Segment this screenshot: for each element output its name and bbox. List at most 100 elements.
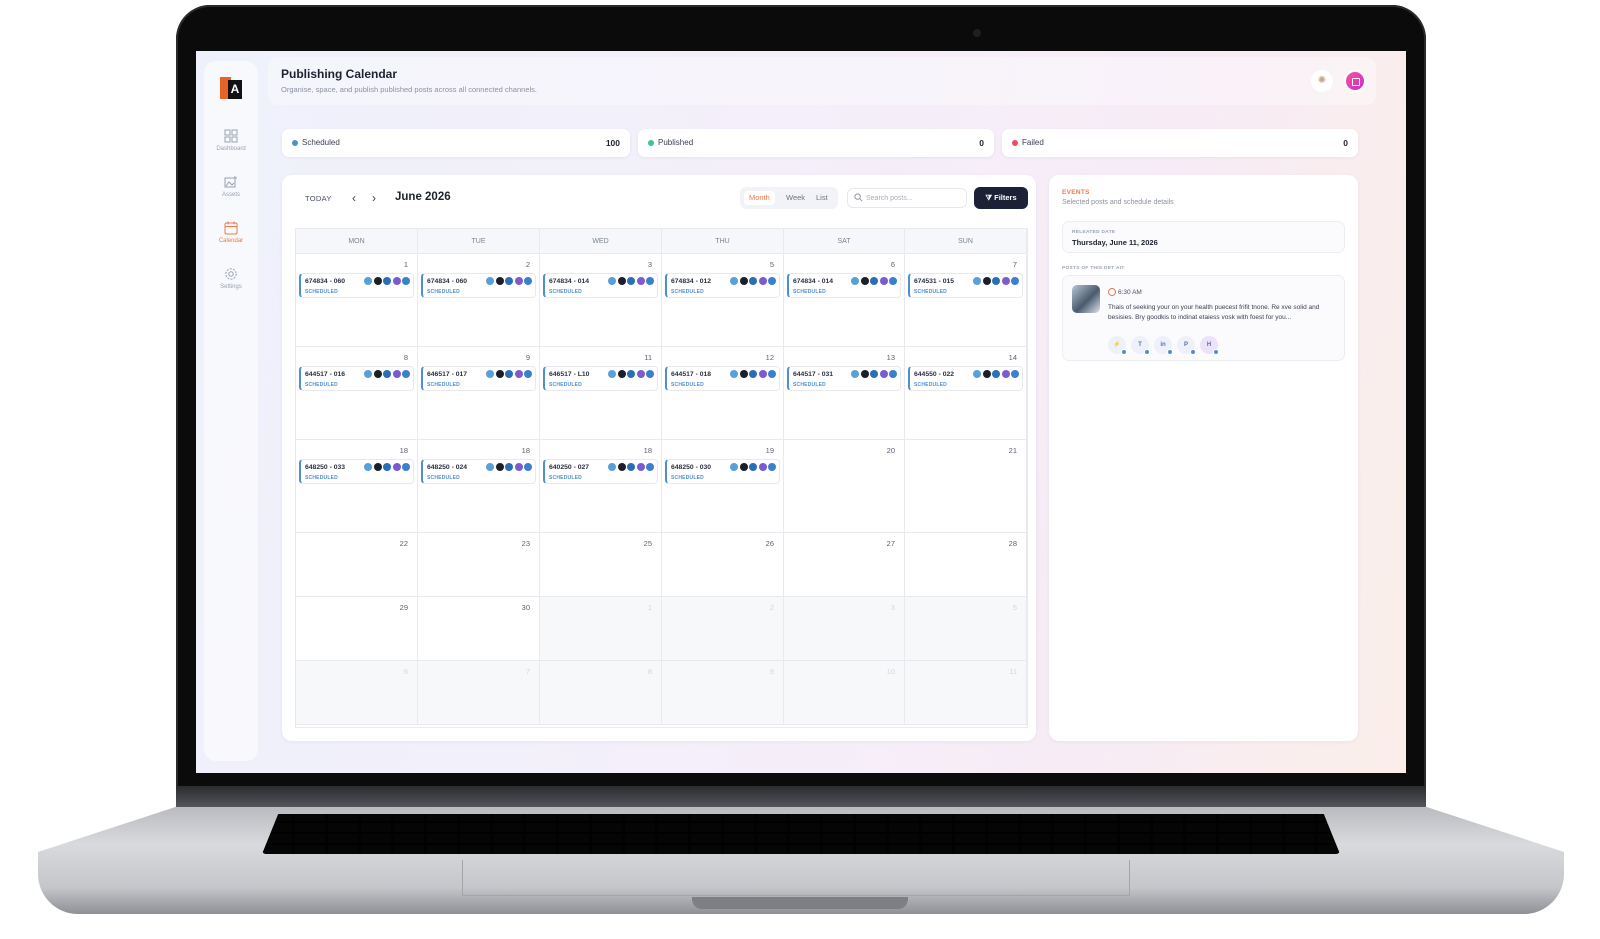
channel-icon <box>730 277 738 285</box>
calendar-day-cell[interactable]: 3 <box>784 597 905 661</box>
calendar-day-cell[interactable]: 9 646517 - 017 SCHEDULED <box>418 347 540 440</box>
channel-linkedin-icon[interactable]: in <box>1154 336 1173 355</box>
day-number: 12 <box>765 353 774 362</box>
search-input[interactable] <box>866 191 964 205</box>
calendar-day-cell[interactable]: 7 674531 - 015 SCHEDULED <box>905 254 1027 347</box>
calendar-day-cell[interactable]: 19 648250 - 030 SCHEDULED <box>662 440 784 533</box>
channel-icon <box>608 370 616 378</box>
scheduled-post-chip[interactable]: 648250 - 024 SCHEDULED <box>421 459 536 484</box>
calendar-day-cell[interactable]: 2 674834 - 060 SCHEDULED <box>418 254 540 347</box>
calendar-day-cell[interactable]: 3 674834 - 014 SCHEDULED <box>540 254 662 347</box>
today-button[interactable]: TODAY <box>305 194 332 203</box>
calendar-day-cell[interactable]: 18 648250 - 024 SCHEDULED <box>418 440 540 533</box>
calendar-day-cell[interactable]: 8 644517 - 016 SCHEDULED <box>296 347 418 440</box>
calendar-day-cell[interactable]: 5 674834 - 012 SCHEDULED <box>662 254 784 347</box>
post-code: 648250 - 024 <box>427 464 468 471</box>
filters-button[interactable]: ⧩ Filters <box>974 187 1028 209</box>
calendar-day-cell[interactable]: 23 <box>418 533 540 597</box>
scheduled-post-chip[interactable]: 644517 - 018 SCHEDULED <box>665 366 780 391</box>
calendar-day-cell[interactable]: 25 <box>540 533 662 597</box>
sidebar-item-calendar[interactable]: Calendar <box>204 221 258 244</box>
channel-icon <box>636 277 645 285</box>
view-week-tab[interactable]: Week <box>781 191 810 205</box>
calendar-day-cell[interactable]: 30 <box>418 597 540 661</box>
next-month-button[interactable]: › <box>372 191 376 205</box>
app-logo[interactable]: A <box>220 77 242 99</box>
post-status: SCHEDULED <box>914 382 947 388</box>
channel-icon <box>505 277 513 285</box>
scheduled-post-chip[interactable]: 644550 - 022 SCHEDULED <box>908 366 1023 391</box>
channel-icon <box>627 277 635 285</box>
view-month-tab[interactable]: Month <box>744 191 775 205</box>
screen: A Dashboard Assets Calendar Settings Pub… <box>196 51 1406 773</box>
calendar-day-cell[interactable]: 6 674834 - 014 SCHEDULED <box>784 254 905 347</box>
calendar-day-cell[interactable]: 11 646517 - L10 SCHEDULED <box>540 347 662 440</box>
calendar-day-cell[interactable]: 13 644517 - 031 SCHEDULED <box>784 347 905 440</box>
scheduled-post-chip[interactable]: 674834 - 060 SCHEDULED <box>299 273 414 298</box>
day-number: 11 <box>1009 667 1017 676</box>
channel-icons <box>364 277 410 285</box>
channel-icon <box>992 370 1000 378</box>
weekday-header: SUN <box>905 229 1027 254</box>
scheduled-post-chip[interactable]: 648250 - 033 SCHEDULED <box>299 459 414 484</box>
calendar-day-cell[interactable]: 12 644517 - 018 SCHEDULED <box>662 347 784 440</box>
calendar-day-cell[interactable]: 14 644550 - 022 SCHEDULED <box>905 347 1027 440</box>
channel-threads-icon[interactable]: ⚡ <box>1108 336 1127 355</box>
sidebar-item-dashboard[interactable]: Dashboard <box>204 129 258 152</box>
sun-icon: ✺ <box>1317 75 1327 86</box>
calendar-day-cell[interactable]: 21 <box>905 440 1027 533</box>
channel-h-icon[interactable]: H <box>1200 336 1219 355</box>
calendar-day-cell[interactable]: 11 <box>905 661 1027 725</box>
calendar-day-cell[interactable]: 9 <box>662 661 784 725</box>
channel-twitter-icon[interactable]: T <box>1131 336 1150 355</box>
scheduled-post-chip[interactable]: 646517 - 017 SCHEDULED <box>421 366 536 391</box>
scheduled-post-chip[interactable]: 648250 - 030 SCHEDULED <box>665 459 780 484</box>
calendar-day-cell[interactable]: 5 <box>905 597 1027 661</box>
calendar-day-cell[interactable]: 18 640250 - 027 SCHEDULED <box>540 440 662 533</box>
scheduled-post-chip[interactable]: 674531 - 015 SCHEDULED <box>908 273 1023 298</box>
scheduled-post-chip[interactable]: 644517 - 016 SCHEDULED <box>299 366 414 391</box>
scheduled-post-chip[interactable]: 640250 - 027 SCHEDULED <box>543 459 658 484</box>
prev-month-button[interactable]: ‹ <box>352 191 356 205</box>
channel-pinterest-icon[interactable]: P <box>1177 336 1196 355</box>
stat-label: Failed <box>1022 138 1044 147</box>
calendar-day-cell[interactable]: 22 <box>296 533 418 597</box>
view-list-tab[interactable]: List <box>811 191 833 205</box>
calendar-day-cell[interactable]: 1 674834 - 060 SCHEDULED <box>296 254 418 347</box>
sidebar-item-label: Settings <box>220 284 242 290</box>
channel-icon <box>1001 370 1010 378</box>
filters-label: Filters <box>994 193 1017 202</box>
post-card[interactable]: 6:30 AM Thais of seeking your on your he… <box>1062 275 1345 361</box>
calendar-day-cell[interactable]: 20 <box>784 440 905 533</box>
calendar-grid: MON TUE WED THU SAT SUN 1 674834 - 060 SCHEDULED… <box>295 228 1028 728</box>
channel-icon <box>870 277 878 285</box>
calendar-day-cell[interactable]: 18 648250 - 033 SCHEDULED <box>296 440 418 533</box>
post-code: 674834 - 060 <box>427 278 468 285</box>
calendar-day-cell[interactable]: 7 <box>418 661 540 725</box>
sidebar-item-assets[interactable]: Assets <box>204 175 258 198</box>
channel-icon <box>851 370 859 378</box>
grid-icon <box>224 129 238 143</box>
calendar-day-cell[interactable]: 1 <box>540 597 662 661</box>
scheduled-post-chip[interactable]: 674834 - 014 SCHEDULED <box>787 273 901 298</box>
calendar-day-cell[interactable]: 6 <box>296 661 418 725</box>
calendar-day-cell[interactable]: 8 <box>540 661 662 725</box>
avatar[interactable] <box>1344 70 1366 92</box>
calendar-day-cell[interactable]: 2 <box>662 597 784 661</box>
scheduled-post-chip[interactable]: 674834 - 012 SCHEDULED <box>665 273 780 298</box>
calendar-day-cell[interactable]: 27 <box>784 533 905 597</box>
calendar-day-cell[interactable]: 10 <box>784 661 905 725</box>
post-status: SCHEDULED <box>305 475 338 481</box>
scheduled-post-chip[interactable]: 674834 - 014 SCHEDULED <box>543 273 658 298</box>
day-number: 3 <box>647 260 652 269</box>
calendar-day-cell[interactable]: 26 <box>662 533 784 597</box>
sidebar-item-settings[interactable]: Settings <box>204 267 258 290</box>
stat-card-published: Published 0 <box>638 129 994 157</box>
scheduled-post-chip[interactable]: 644517 - 031 SCHEDULED <box>787 366 901 391</box>
calendar-day-cell[interactable]: 29 <box>296 597 418 661</box>
scheduled-post-chip[interactable]: 646517 - L10 SCHEDULED <box>543 366 658 391</box>
scheduled-post-chip[interactable]: 674834 - 060 SCHEDULED <box>421 273 536 298</box>
calendar-day-cell[interactable]: 28 <box>905 533 1027 597</box>
stat-card-scheduled: Scheduled 100 <box>282 129 630 157</box>
theme-toggle-button[interactable]: ✺ <box>1311 70 1333 92</box>
